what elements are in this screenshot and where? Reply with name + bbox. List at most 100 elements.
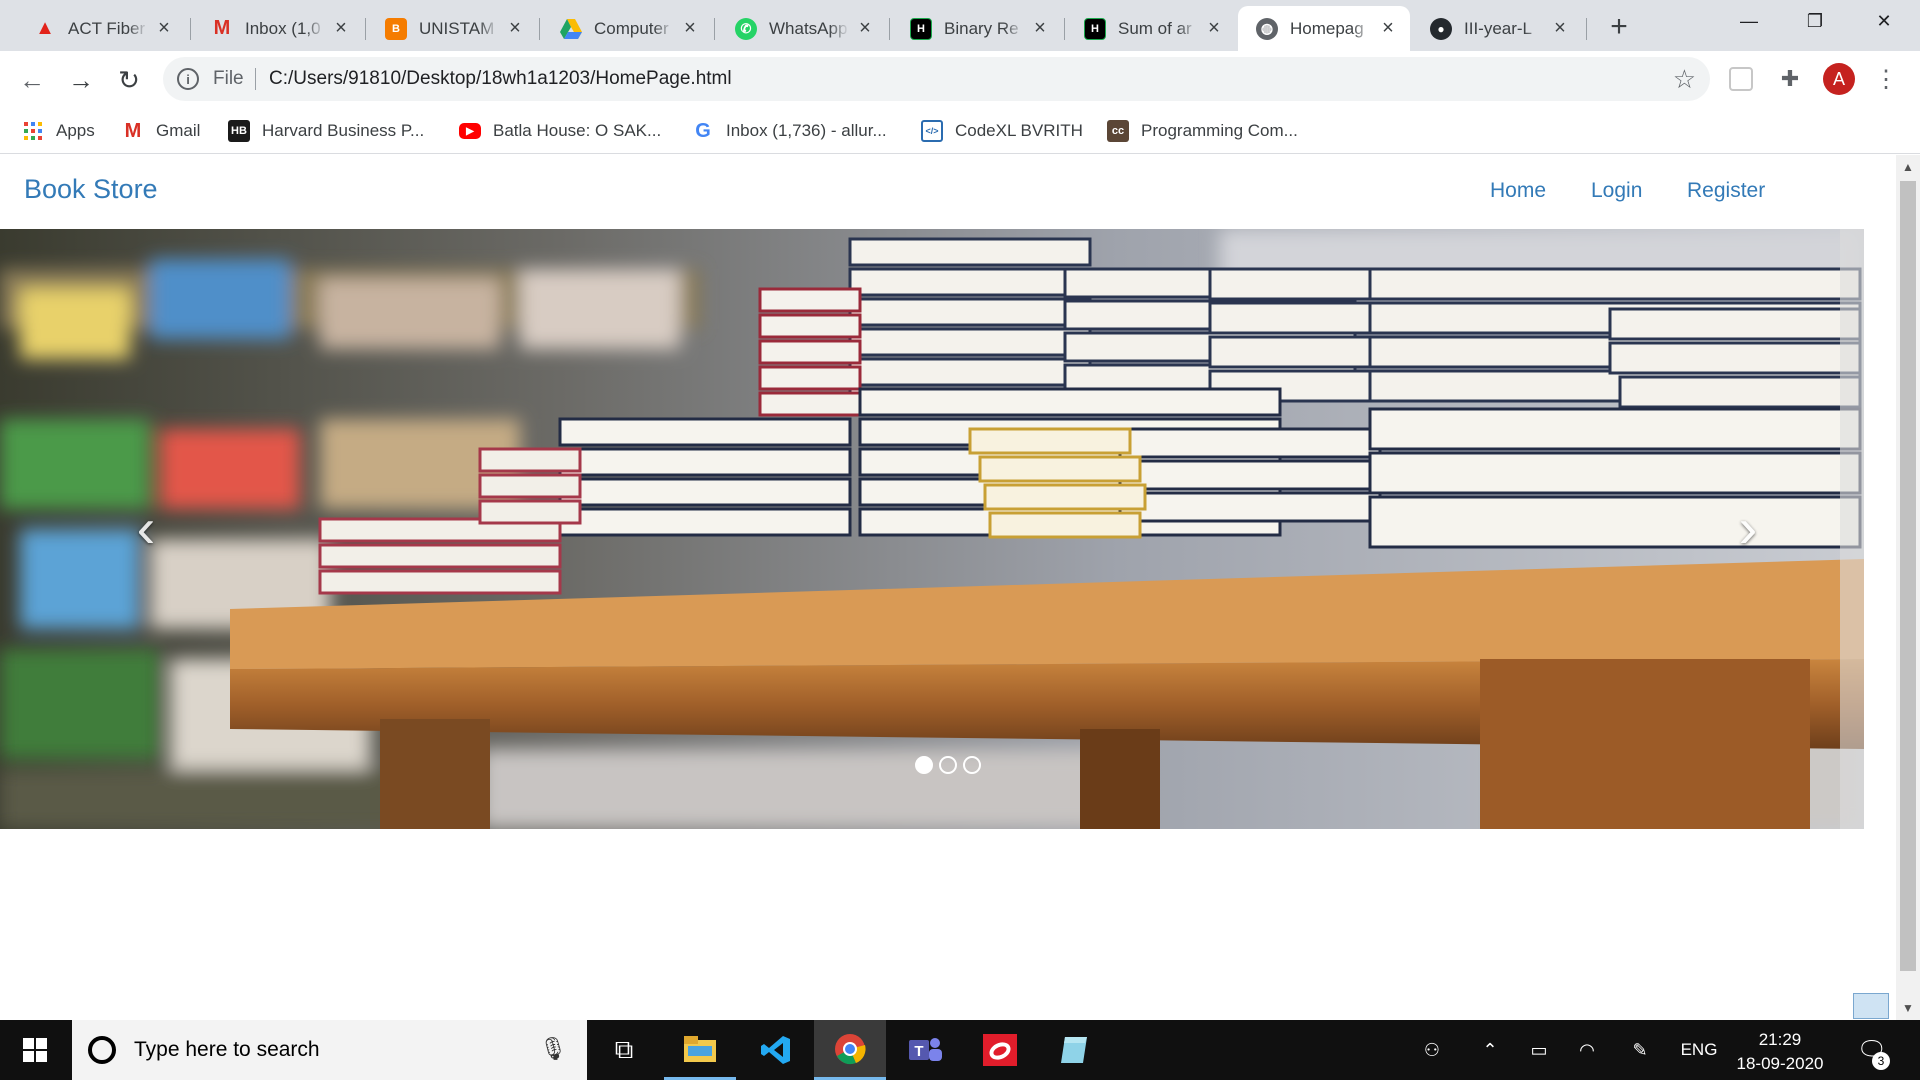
scroll-up-arrow-icon[interactable]: ▲ bbox=[1896, 155, 1920, 179]
tab-unistam[interactable]: B UNISTAM × bbox=[367, 6, 537, 51]
scroll-down-arrow-icon[interactable]: ▼ bbox=[1896, 996, 1920, 1020]
menu-kebab-icon[interactable]: ⋮ bbox=[1872, 65, 1900, 93]
hackerrank-icon: H bbox=[910, 17, 932, 40]
svg-text:T: T bbox=[914, 1043, 923, 1060]
bookmark-star-icon[interactable]: ☆ bbox=[1673, 64, 1696, 95]
profile-avatar[interactable]: A bbox=[1823, 63, 1855, 95]
bookmark-batla-house[interactable]: ▶ Batla House: O SAK... bbox=[459, 117, 661, 145]
download-shelf-icon[interactable] bbox=[1853, 993, 1889, 1019]
close-icon[interactable]: × bbox=[331, 17, 351, 39]
whatsapp-icon: ✆ bbox=[735, 17, 757, 40]
site-brand[interactable]: Book Store bbox=[24, 174, 158, 205]
hackerrank-icon: H bbox=[1084, 17, 1106, 40]
teams-icon[interactable]: T bbox=[890, 1020, 962, 1080]
pen-workspace-icon[interactable]: ✎ bbox=[1625, 1020, 1655, 1080]
notepad-icon[interactable] bbox=[1038, 1020, 1110, 1080]
tab-separator bbox=[714, 18, 715, 40]
vscode-icon[interactable] bbox=[740, 1020, 812, 1080]
carousel-indicator-2[interactable] bbox=[939, 756, 957, 774]
site-info-icon[interactable]: i bbox=[177, 68, 199, 90]
tab-title: Binary Re bbox=[944, 18, 1019, 38]
minimize-button[interactable]: — bbox=[1720, 0, 1778, 42]
tab-act-fiber[interactable]: ▲ ACT Fiber × bbox=[16, 6, 186, 51]
carousel-indicator-3[interactable] bbox=[963, 756, 981, 774]
people-icon[interactable]: ⚇ bbox=[1415, 1020, 1449, 1080]
microphone-icon[interactable]: 🎙 bbox=[539, 1036, 567, 1062]
tab-separator bbox=[1586, 18, 1587, 40]
close-icon[interactable]: × bbox=[1550, 17, 1570, 39]
table-leg bbox=[380, 719, 490, 829]
tab-sum-of-array[interactable]: H Sum of ar × bbox=[1066, 6, 1236, 51]
carousel-indicator-1[interactable] bbox=[915, 756, 933, 774]
bookmark-inbox[interactable]: G Inbox (1,736) - allur... bbox=[692, 117, 886, 145]
tab-separator bbox=[539, 18, 540, 40]
carousel-next-button[interactable]: › bbox=[1718, 496, 1778, 559]
nav-link-login[interactable]: Login bbox=[1591, 179, 1642, 203]
close-icon[interactable]: × bbox=[505, 17, 525, 39]
nav-link-register[interactable]: Register bbox=[1687, 179, 1765, 203]
show-hidden-icons-chevron-icon[interactable]: ⌃ bbox=[1475, 1020, 1505, 1080]
restore-button[interactable]: ❐ bbox=[1786, 0, 1844, 42]
tab-homepage-active[interactable]: ◍ Homepag × bbox=[1238, 6, 1410, 51]
tab-title: UNISTAM bbox=[419, 18, 495, 38]
carousel-prev-button[interactable]: ‹ bbox=[116, 496, 176, 559]
battery-icon[interactable]: ▭ bbox=[1524, 1020, 1554, 1080]
gmail-icon: M bbox=[213, 17, 231, 39]
windows-logo-icon bbox=[23, 1038, 47, 1062]
bookmark-gmail[interactable]: M Gmail bbox=[122, 117, 201, 145]
task-view-icon[interactable]: ⧉ bbox=[588, 1020, 660, 1080]
url-text[interactable]: C:/Users/91810/Desktop/18wh1a1203/HomePa… bbox=[269, 68, 732, 90]
clock-date: 18-09-2020 bbox=[1736, 1054, 1824, 1073]
bookmark-label: CodeXL BVRITH bbox=[955, 121, 1083, 140]
back-button[interactable]: ← bbox=[15, 63, 49, 97]
table-leg bbox=[1480, 659, 1810, 829]
tab-title: III-year-L bbox=[1464, 18, 1533, 38]
extension-icon[interactable] bbox=[1729, 67, 1753, 91]
language-indicator[interactable]: ENG bbox=[1676, 1020, 1722, 1080]
tab-separator bbox=[1064, 18, 1065, 40]
start-button[interactable] bbox=[0, 1020, 70, 1080]
bookmark-codexl[interactable]: </> CodeXL BVRITH bbox=[921, 117, 1083, 145]
tab-binary-representation[interactable]: H Binary Re × bbox=[892, 6, 1062, 51]
bookmark-label: Batla House: O SAK... bbox=[493, 121, 662, 140]
tab-title: Sum of ar bbox=[1118, 18, 1192, 38]
file-explorer-icon[interactable] bbox=[664, 1020, 736, 1080]
tab-title: Inbox (1,0 bbox=[245, 18, 321, 38]
red-app-icon[interactable] bbox=[964, 1020, 1036, 1080]
close-icon[interactable]: × bbox=[1378, 17, 1398, 39]
page-scrollbar[interactable]: ▲ ▼ bbox=[1896, 155, 1920, 1020]
action-center-icon[interactable]: 🗨 bbox=[1852, 1020, 1892, 1080]
system-clock[interactable]: 21:29 18-09-2020 bbox=[1724, 1028, 1836, 1076]
reload-button[interactable]: ↻ bbox=[112, 63, 146, 97]
tab-gmail-inbox[interactable]: M Inbox (1,0 × bbox=[193, 6, 363, 51]
bookmark-apps[interactable]: Apps bbox=[22, 117, 95, 145]
taskbar-search-box[interactable]: Type here to search 🎙 bbox=[72, 1020, 587, 1080]
omnibox-divider bbox=[255, 68, 256, 90]
tab-google-drive[interactable]: Computer × bbox=[542, 6, 712, 51]
site-navbar: Book Store Home Login Register bbox=[0, 155, 1896, 229]
notification-count-badge: 3 bbox=[1872, 1052, 1890, 1070]
tab-github-repo[interactable]: ● III-year-L × bbox=[1412, 6, 1582, 51]
address-bar[interactable]: i File C:/Users/91810/Desktop/18wh1a1203… bbox=[163, 57, 1710, 101]
extensions-puzzle-icon[interactable]: ✚ bbox=[1776, 65, 1804, 93]
scrollbar-thumb[interactable] bbox=[1900, 181, 1916, 971]
bookmark-harvard-business[interactable]: HB Harvard Business P... bbox=[228, 117, 424, 145]
close-icon[interactable]: × bbox=[1030, 17, 1050, 39]
close-icon[interactable]: × bbox=[855, 17, 875, 39]
harvard-business-icon: HB bbox=[228, 120, 250, 142]
url-scheme-label: File bbox=[213, 68, 244, 89]
close-icon[interactable]: × bbox=[680, 17, 700, 39]
new-tab-button[interactable]: + bbox=[1602, 10, 1636, 44]
hero-carousel[interactable]: ‹ › bbox=[0, 229, 1864, 829]
close-icon[interactable]: × bbox=[154, 17, 174, 39]
codexl-icon: </> bbox=[921, 120, 943, 142]
close-window-button[interactable]: ✕ bbox=[1855, 0, 1913, 42]
bookmark-programming-community[interactable]: cc Programming Com... bbox=[1107, 117, 1298, 145]
tab-whatsapp[interactable]: ✆ WhatsApp × bbox=[717, 6, 887, 51]
nav-link-home[interactable]: Home bbox=[1490, 179, 1546, 203]
google-drive-icon bbox=[560, 18, 582, 40]
forward-button[interactable]: → bbox=[64, 63, 98, 97]
wifi-icon[interactable]: ◠ bbox=[1572, 1020, 1602, 1080]
chrome-icon[interactable] bbox=[814, 1020, 886, 1080]
close-icon[interactable]: × bbox=[1204, 17, 1224, 39]
